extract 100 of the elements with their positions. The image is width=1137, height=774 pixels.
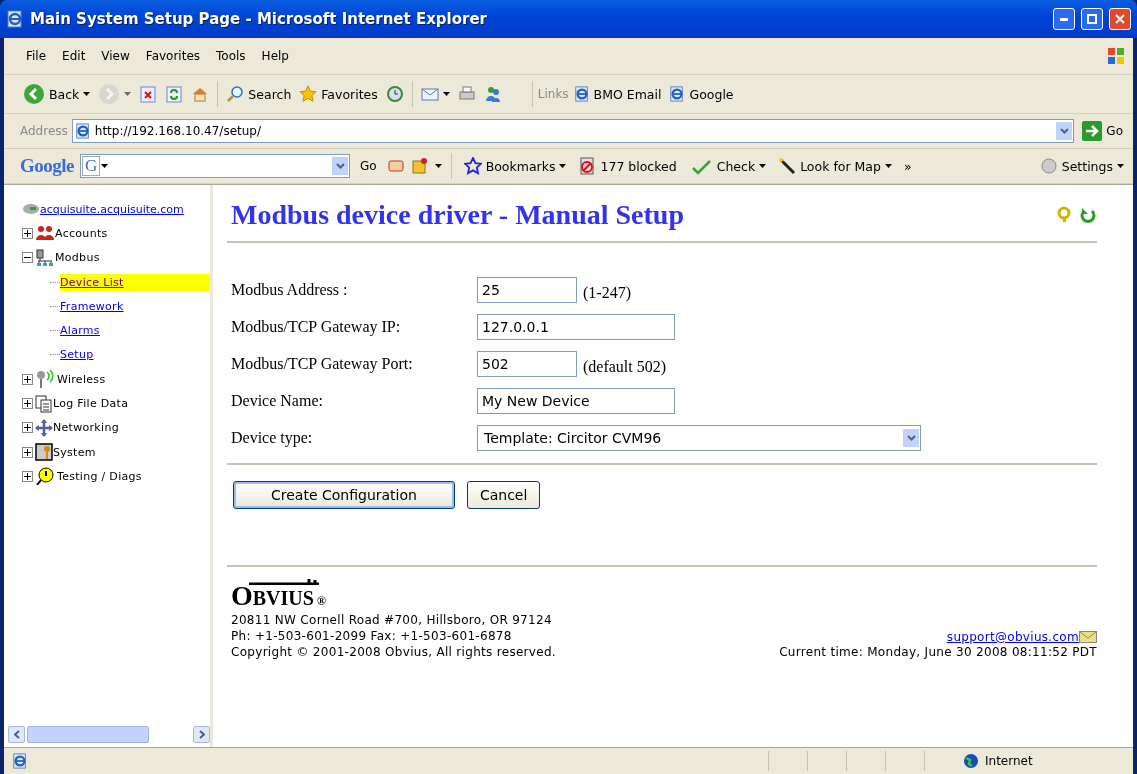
forward-icon — [98, 83, 121, 105]
documents-icon — [35, 394, 53, 413]
address-field[interactable]: http://192.168.10.47/setup/ — [71, 119, 1075, 143]
google-logo: Google — [20, 155, 74, 177]
copyright-text: Copyright © 2001-2008 Obvius, All rights reserved. — [231, 644, 556, 660]
caret-icon — [101, 164, 109, 168]
blocked-button[interactable]: 177 blocked — [575, 155, 680, 177]
caret-icon — [434, 164, 442, 168]
current-time-text: Current time: Monday, June 30 2008 08:11:52 PDT — [779, 644, 1097, 660]
link-button[interactable]: BMO Email — [570, 84, 665, 104]
device-type-select[interactable]: Template: Circitor CVM96 — [477, 425, 921, 451]
scroll-right-button[interactable] — [193, 725, 210, 743]
input-field[interactable]: My New Device — [477, 388, 675, 414]
chevron-down-icon — [1059, 128, 1069, 134]
refresh-icon — [1079, 206, 1097, 224]
zone-text: Internet — [985, 754, 1034, 768]
expand-icon[interactable] — [22, 373, 33, 385]
search-button[interactable]: Search — [223, 83, 295, 105]
caret-icon — [83, 92, 91, 96]
collapse-icon[interactable] — [22, 252, 33, 264]
stop-icon — [139, 85, 158, 103]
globe-page-icon — [74, 123, 91, 139]
support-email-link[interactable]: support@obvius.com — [946, 630, 1079, 644]
menu-item[interactable]: Edit — [56, 49, 92, 63]
star-icon — [299, 85, 318, 103]
star-outline-icon — [463, 157, 482, 175]
tree-link[interactable]: Framework — [60, 297, 210, 315]
menu-item[interactable]: Help — [255, 49, 295, 63]
tree-node[interactable]: Networking — [22, 415, 210, 440]
globe-icon — [963, 753, 979, 769]
phone-text: Ph: +1-503-601-2099 Fax: +1-503-601-6878 — [231, 628, 512, 644]
arrows-cross-icon — [35, 418, 53, 437]
input-field[interactable]: 502 — [477, 351, 577, 377]
input-field[interactable]: 127.0.0.1 — [477, 314, 675, 340]
links-label: Links — [537, 87, 569, 101]
expand-icon[interactable] — [22, 470, 33, 482]
tree-node[interactable]: Log File Data — [22, 391, 210, 416]
field-label: Modbus Address : — [231, 281, 349, 299]
form-button[interactable]: Cancel — [466, 481, 541, 509]
tree-link[interactable]: Alarms — [60, 322, 210, 340]
circle-icon — [1039, 157, 1058, 175]
menu-item[interactable]: View — [95, 49, 136, 63]
menu-item[interactable]: Favorites — [139, 49, 207, 63]
go-button[interactable]: Go — [1078, 121, 1127, 141]
field-label: Device type: — [231, 429, 314, 447]
field-label: Modbus/TCP Gateway Port: — [231, 355, 414, 373]
map-button[interactable]: Look for Map — [775, 155, 895, 177]
blocked-popup-icon — [578, 157, 597, 175]
google-search-field[interactable]: G — [80, 154, 350, 178]
minimize-button[interactable] — [1053, 8, 1075, 30]
input-field[interactable]: 25 — [477, 277, 577, 303]
favorites-button[interactable]: Favorites — [296, 83, 381, 105]
maximize-button[interactable] — [1081, 8, 1103, 30]
tree-node[interactable]: System — [22, 439, 210, 465]
scroll-left-button[interactable] — [8, 725, 25, 743]
check-button[interactable]: Check — [685, 155, 770, 177]
horizontal-scrollbar[interactable] — [8, 725, 210, 743]
chevron-left-icon — [13, 729, 20, 739]
users-icon — [35, 224, 55, 243]
page-heading: Modbus device driver - Manual Setup — [231, 199, 684, 231]
maximize-icon — [1087, 14, 1097, 24]
expand-icon[interactable] — [22, 446, 33, 458]
magic-wand-icon — [778, 157, 797, 175]
globe-page-icon — [669, 86, 686, 102]
field-label: Modbus/TCP Gateway IP: — [231, 318, 402, 336]
tree-node[interactable]: Testing / Diags — [22, 464, 210, 489]
expand-icon[interactable] — [22, 227, 33, 239]
more-button[interactable]: » — [900, 156, 915, 176]
caret-icon — [884, 164, 892, 168]
expand-icon[interactable] — [22, 422, 33, 434]
arrow-right-icon — [1082, 121, 1103, 141]
tree-node[interactable]: Wireless — [22, 367, 210, 392]
key-panel-icon — [35, 443, 53, 462]
field-hint: (1-247) — [583, 283, 631, 302]
tree-node[interactable]: Accounts — [22, 221, 210, 246]
settings-button[interactable]: Settings — [1036, 155, 1127, 177]
windows-logo-icon — [1105, 45, 1127, 67]
chevron-down-icon — [335, 163, 345, 169]
link-button[interactable]: Google — [666, 84, 737, 104]
printer-icon — [457, 85, 476, 103]
close-button[interactable] — [1109, 8, 1131, 30]
bookmarks-button[interactable]: Bookmarks — [460, 155, 570, 177]
google-go-button[interactable]: Go — [356, 159, 381, 173]
tree-link[interactable]: Setup — [60, 346, 210, 364]
globe-page-icon — [12, 753, 28, 769]
address-label: Address — [20, 124, 68, 138]
root-link[interactable]: acquisuite.acquisuite.com — [40, 202, 184, 216]
tree-link[interactable]: Device List — [60, 273, 210, 291]
form-button[interactable]: Create Configuration — [233, 481, 455, 509]
caret-icon — [124, 92, 132, 96]
expand-icon[interactable] — [22, 398, 33, 409]
back-button[interactable]: Back — [20, 81, 94, 107]
tree-node[interactable]: Modbus — [22, 245, 210, 270]
menu-item[interactable]: File — [20, 49, 53, 63]
globe-page-icon — [6, 10, 24, 28]
menu-item[interactable]: Tools — [210, 49, 252, 63]
window-title: Main System Setup Page - Microsoft Internet Explorer — [30, 10, 488, 28]
caret-icon — [759, 164, 767, 168]
address-text: 20811 NW Cornell Road #700, Hillsboro, OR 97124 — [231, 612, 552, 628]
caret-icon — [442, 92, 450, 96]
